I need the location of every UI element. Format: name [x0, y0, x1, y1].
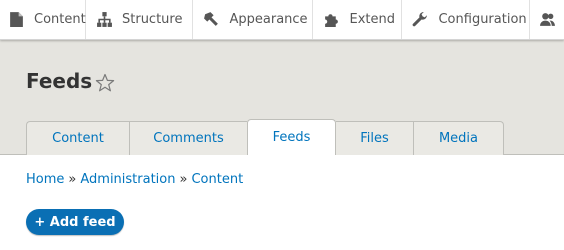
breadcrumb-administration[interactable]: Administration	[80, 172, 175, 187]
tab-label: Files	[360, 131, 389, 146]
tab-label: Comments	[153, 131, 224, 146]
toolbar-item-label: Content	[34, 12, 86, 27]
content-icon	[10, 12, 23, 27]
toolbar-item-label: Structure	[122, 12, 183, 27]
toolbar-item-content[interactable]: Content	[0, 0, 86, 39]
structure-icon	[97, 12, 112, 27]
add-feed-button[interactable]: + Add feed	[26, 209, 124, 235]
breadcrumb-separator: »	[68, 172, 77, 187]
people-icon	[540, 13, 556, 26]
toolbar-item-appearance[interactable]: Appearance	[193, 0, 314, 39]
configuration-icon	[413, 12, 428, 27]
tab-label: Content	[52, 131, 104, 146]
primary-tabs: Content Comments Feeds Files Media	[26, 119, 504, 155]
breadcrumb-content[interactable]: Content	[191, 172, 243, 187]
star-outline-icon[interactable]	[95, 73, 115, 93]
toolbar-item-extend[interactable]: Extend	[313, 0, 403, 39]
appearance-icon	[204, 12, 219, 26]
tab-content[interactable]: Content	[26, 121, 129, 155]
tab-feeds[interactable]: Feeds	[247, 119, 336, 155]
breadcrumb: Home» Administration» Content	[26, 172, 243, 187]
tab-label: Feeds	[272, 130, 311, 145]
breadcrumb-separator: »	[179, 172, 188, 187]
add-feed-label: + Add feed	[34, 214, 116, 230]
toolbar-item-label: Configuration	[438, 12, 527, 27]
extend-icon	[325, 14, 339, 27]
toolbar-item-configuration[interactable]: Configuration	[402, 0, 531, 39]
breadcrumb-home[interactable]: Home	[26, 172, 64, 187]
tab-label: Media	[438, 131, 479, 146]
admin-toolbar: Content Structure Appearance Extend Conf…	[0, 0, 564, 40]
toolbar-item-people[interactable]	[530, 0, 564, 39]
tab-media[interactable]: Media	[413, 121, 504, 155]
tab-comments[interactable]: Comments	[129, 121, 247, 155]
page-title: Feeds	[26, 69, 93, 93]
toolbar-item-structure[interactable]: Structure	[86, 0, 194, 39]
page-header: Feeds Content Comments Feeds Files Media	[0, 40, 564, 155]
tab-files[interactable]: Files	[336, 121, 413, 155]
toolbar-item-label: Appearance	[229, 12, 308, 27]
toolbar-item-label: Extend	[349, 12, 395, 27]
